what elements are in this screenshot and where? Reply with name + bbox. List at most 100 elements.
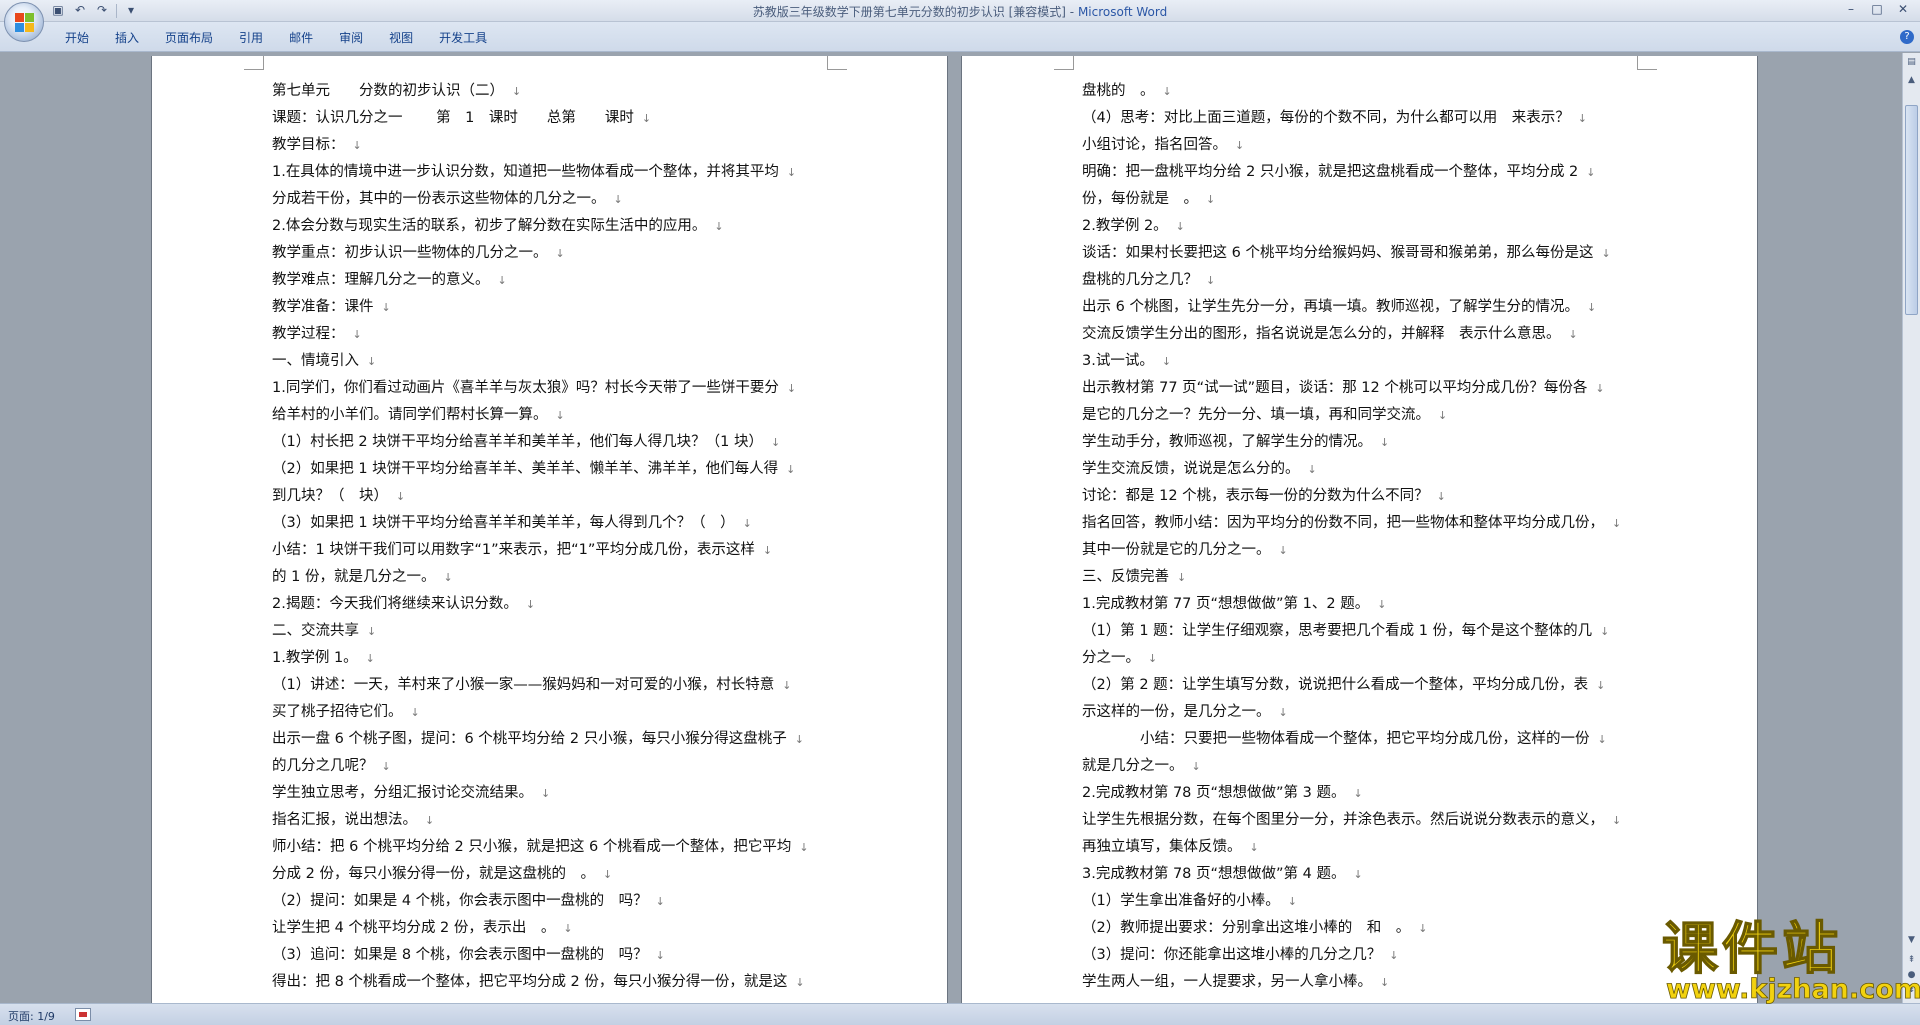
page-count[interactable]: 页面: 1/9 (8, 1008, 55, 1024)
tab-item[interactable]: 引用 (226, 29, 276, 47)
paragraph-mark-icon: ↓ (1177, 571, 1187, 584)
text-line[interactable]: 出示一盘 6 个桃子图，提问：6 个桃平均分给 2 只小猴，每只小猴分得这盘桃子… (272, 726, 832, 753)
vertical-scrollbar[interactable]: ▤ ▲ ▼ ⇞ ● ⇟ (1902, 53, 1920, 1003)
help-icon[interactable]: ? (1900, 30, 1914, 44)
text-line[interactable]: 分之一。 ↓ (1082, 645, 1642, 672)
text-line[interactable]: （4）思考：对比上面三道题，每份的个数不同，为什么都可以用 来表示？ ↓ (1082, 105, 1642, 132)
text-line[interactable]: 2.体会分数与现实生活的联系，初步了解分数在实际生活中的应用。 ↓ (272, 213, 832, 240)
text-line[interactable]: （1）讲述：一天，羊村来了小猴一家——猴妈妈和一对可爱的小猴，村长特意 ↓ (272, 672, 832, 699)
tab-item[interactable]: 邮件 (276, 29, 326, 47)
maximize-icon[interactable]: □ (1866, 1, 1888, 18)
text-line[interactable]: 小组讨论，指名回答。 ↓ (1082, 132, 1642, 159)
text-line[interactable]: 师小结：把 6 个桃平均分给 2 只小猴，就是把这 6 个桃看成一个整体，把它平… (272, 834, 832, 861)
text-line[interactable]: 指名汇报，说出想法。 ↓ (272, 807, 832, 834)
tab-item[interactable]: 审阅 (326, 29, 376, 47)
text-line[interactable]: 学生交流反馈，说说是怎么分的。 ↓ (1082, 456, 1642, 483)
text-line[interactable]: （1）学生拿出准备好的小棒。 ↓ (1082, 888, 1642, 915)
line-text: 学生动手分，教师巡视，了解学生分的情况。 (1082, 434, 1372, 450)
text-line[interactable]: 第七单元 分数的初步认识（二） ↓ (272, 78, 832, 105)
text-line[interactable]: 小结：1 块饼干我们可以用数字“1”来表示，把“1”平均分成几份，表示这样 ↓ (272, 537, 832, 564)
tab-item[interactable]: 开始 (52, 29, 102, 47)
text-line[interactable]: 3.完成教材第 78 页“想想做做”第 4 题。 ↓ (1082, 861, 1642, 888)
text-line[interactable]: 学生独立思考，分组汇报讨论交流结果。 ↓ (272, 780, 832, 807)
scroll-thumb[interactable] (1905, 105, 1918, 315)
scroll-up-icon[interactable]: ▲ (1904, 73, 1919, 88)
text-line[interactable]: （3）如果把 1 块饼干平均分给喜羊羊和美羊羊，每人得到几个？（ ） ↓ (272, 510, 832, 537)
text-line[interactable]: 课题：认识几分之一 第 1 课时 总第 课时 ↓ (272, 105, 832, 132)
text-line[interactable]: 学生动手分，教师巡视，了解学生分的情况。 ↓ (1082, 429, 1642, 456)
text-line[interactable]: 2.揭题：今天我们将继续来认识分数。 ↓ (272, 591, 832, 618)
text-line[interactable]: （3）追问：如果是 8 个桃，你会表示图中一盘桃的 吗？ ↓ (272, 942, 832, 969)
text-line[interactable]: 分成若干份，其中的一份表示这些物体的几分之一。 ↓ (272, 186, 832, 213)
text-line[interactable]: 的 1 份，就是几分之一。 ↓ (272, 564, 832, 591)
text-line[interactable]: 1.教学例 1。 ↓ (272, 645, 832, 672)
text-line[interactable]: 交流反馈学生分出的图形，指名说说是怎么分的，并解释 表示什么意思。 ↓ (1082, 321, 1642, 348)
text-line[interactable]: 讨论：都是 12 个桃，表示每一份的分数为什么不同？ ↓ (1082, 483, 1642, 510)
tab-item[interactable]: 开发工具 (426, 29, 500, 47)
text-line[interactable]: 1.同学们，你们看过动画片《喜羊羊与灰太狼》吗？村长今天带了一些饼干要分 ↓ (272, 375, 832, 402)
text-line[interactable]: 份，每份就是 。 ↓ (1082, 186, 1642, 213)
text-line[interactable]: 是它的几分之一？先分一分、填一填，再和同学交流。 ↓ (1082, 402, 1642, 429)
text-line[interactable]: 2.教学例 2。 ↓ (1082, 213, 1642, 240)
paragraph-mark-icon: ↓ (1206, 274, 1216, 287)
text-line[interactable]: 再独立填写，集体反馈。 ↓ (1082, 834, 1642, 861)
document-page-right[interactable]: 盘桃的 。 ↓ （4）思考：对比上面三道题，每份的个数不同，为什么都可以用 来表示？… (962, 56, 1757, 1003)
text-line[interactable]: 盘桃的 。 ↓ (1082, 78, 1642, 105)
text-line[interactable]: 教学目标： ↓ (272, 132, 832, 159)
line-text: 分之一。 (1082, 650, 1140, 666)
text-line[interactable]: 谈话：如果村长要把这 6 个桃平均分给猴妈妈、猴哥哥和猴弟弟，那么每份是这 ↓ (1082, 240, 1642, 267)
text-line[interactable]: （1）第 1 题：让学生仔细观察，思考要把几个看成 1 份，每个是这个整体的几 ↓ (1082, 618, 1642, 645)
text-line[interactable]: 教学重点：初步认识一些物体的几分之一。 ↓ (272, 240, 832, 267)
text-line[interactable]: 2.完成教材第 78 页“想想做做”第 3 题。 ↓ (1082, 780, 1642, 807)
text-line[interactable]: 一、情境引入 ↓ (272, 348, 832, 375)
text-line[interactable]: 1.在具体的情境中进一步认识分数，知道把一些物体看成一个整体，并将其平均 ↓ (272, 159, 832, 186)
text-line[interactable]: 其中一份就是它的几分之一。 ↓ (1082, 537, 1642, 564)
text-line[interactable]: （2）教师提出要求：分别拿出这堆小棒的 和 。 ↓ (1082, 915, 1642, 942)
text-line[interactable]: （2）提问：如果是 4 个桃，你会表示图中一盘桃的 吗？ ↓ (272, 888, 832, 915)
close-icon[interactable]: ✕ (1892, 1, 1914, 18)
line-text: 到几块？（ 块） (272, 488, 388, 504)
text-line[interactable]: 让学生先根据分数，在每个图里分一分，并涂色表示。然后说说分数表示的意义， ↓ (1082, 807, 1642, 834)
text-line[interactable]: 教学准备：课件 ↓ (272, 294, 832, 321)
text-line[interactable]: 三、反馈完善 ↓ (1082, 564, 1642, 591)
text-line[interactable]: 让学生把 4 个桃平均分成 2 份，表示出 。 ↓ (272, 915, 832, 942)
line-text: 分成 2 份，每只小猴分得一份，就是这盘桃的 。 (272, 866, 595, 882)
text-line[interactable]: 给羊村的小羊们。请同学们帮村长算一算。 ↓ (272, 402, 832, 429)
text-line[interactable]: 3.试一试。 ↓ (1082, 348, 1642, 375)
line-text: 教学准备：课件 (272, 299, 374, 315)
text-line[interactable]: 学生两人一组，一人提要求，另一人拿小棒。 ↓ (1082, 969, 1642, 996)
text-line[interactable]: 示这样的一份，是几分之一。 ↓ (1082, 699, 1642, 726)
text-line[interactable]: 得出：把 8 个桃看成一个整体，把它平均分成 2 份，每只小猴分得一份，就是这 ↓ (272, 969, 832, 996)
text-line[interactable]: 到几块？（ 块） ↓ (272, 483, 832, 510)
text-line[interactable]: 教学难点：理解几分之一的意义。 ↓ (272, 267, 832, 294)
text-line[interactable]: 出示教材第 77 页“试一试”题目，谈话：那 12 个桃可以平均分成几份？每份各… (1082, 375, 1642, 402)
paragraph-mark-icon: ↓ (1191, 760, 1201, 773)
line-text: 2.体会分数与现实生活的联系，初步了解分数在实际生活中的应用。 (272, 218, 707, 234)
text-line[interactable]: 明确：把一盘桃平均分给 2 只小猴，就是把这盘桃看成一个整体，平均分成 2 ↓ (1082, 159, 1642, 186)
text-line[interactable]: 小结：只要把一些物体看成一个整体，把它平均分成几份，这样的一份 ↓ (1082, 726, 1642, 753)
text-line[interactable]: 分成 2 份，每只小猴分得一份，就是这盘桃的 。 ↓ (272, 861, 832, 888)
ruler-toggle-icon[interactable]: ▤ (1904, 55, 1919, 70)
text-line[interactable]: 出示 6 个桃图，让学生先分一分，再填一填。教师巡视，了解学生分的情况。 ↓ (1082, 294, 1642, 321)
office-button[interactable] (4, 2, 44, 42)
text-line[interactable]: 指名回答，教师小结：因为平均分的份数不同，把一些物体和整体平均分成几份， ↓ (1082, 510, 1642, 537)
text-line[interactable]: （2）如果把 1 块饼干平均分给喜羊羊、美羊羊、懒羊羊、沸羊羊，他们每人得 ↓ (272, 456, 832, 483)
text-line[interactable]: 教学过程： ↓ (272, 321, 832, 348)
text-line[interactable]: 1.完成教材第 77 页“想想做做”第 1、2 题。 ↓ (1082, 591, 1642, 618)
tab-item[interactable]: 视图 (376, 29, 426, 47)
line-text: （1）第 1 题：让学生仔细观察，思考要把几个看成 1 份，每个是这个整体的几 (1082, 623, 1593, 639)
text-line[interactable]: （2）第 2 题：让学生填写分数，说说把什么看成一个整体，平均分成几份，表 ↓ (1082, 672, 1642, 699)
text-line[interactable]: 买了桃子招待它们。 ↓ (272, 699, 832, 726)
document-page-left[interactable]: 第七单元 分数的初步认识（二） ↓ 课题：认识几分之一 第 1 课时 总第 课时 ↓ 教… (152, 56, 947, 1003)
text-line[interactable]: 的几分之几呢？ ↓ (272, 753, 832, 780)
text-line[interactable]: 就是几分之一。 ↓ (1082, 753, 1642, 780)
proofing-icon[interactable] (75, 1008, 91, 1021)
minimize-icon[interactable]: – (1840, 1, 1862, 18)
text-line[interactable]: 二、交流共享 ↓ (272, 618, 832, 645)
text-line[interactable]: （1）村长把 2 块饼干平均分给喜羊羊和美羊羊，他们每人得几块？（1 块） ↓ (272, 429, 832, 456)
tab-item[interactable]: 页面布局 (152, 29, 226, 47)
text-line[interactable]: 盘桃的几分之几？ ↓ (1082, 267, 1642, 294)
paragraph-mark-icon: ↓ (1278, 544, 1288, 557)
tab-item[interactable]: 插入 (102, 29, 152, 47)
text-line[interactable]: （3）提问：你还能拿出这堆小棒的几分之几？ ↓ (1082, 942, 1642, 969)
